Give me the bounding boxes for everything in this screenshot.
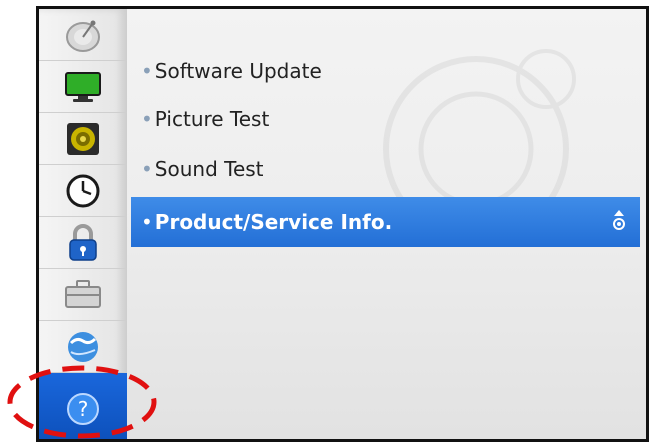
toolbox-icon [65,279,101,308]
menu-bullet: • [141,59,153,83]
monitor-icon [65,71,101,102]
menu-bullet: • [141,210,153,234]
menu-item-label: Picture Test [154,107,270,131]
settings-sidebar: ? [39,9,127,439]
sidebar-item-option[interactable] [39,269,127,321]
satellite-dish-icon [66,20,100,52]
sidebar-item-network[interactable] [39,321,127,373]
up-down-arrow-icon [613,210,625,230]
sidebar-item-channel[interactable] [39,9,127,61]
menu-item-sound-test[interactable]: • Sound Test [141,147,264,191]
menu-bullet: • [141,157,153,181]
menu-item-label: Sound Test [154,157,264,181]
menu-item-label: Software Update [154,59,322,83]
help-icon: ? [67,393,99,425]
clock-icon [66,174,100,207]
speaker-icon [67,122,99,155]
menu-item-picture-test[interactable]: • Picture Test [141,97,269,141]
menu-item-software-update[interactable]: • Software Update [141,49,322,93]
network-globe-icon [68,331,98,362]
sidebar-item-picture[interactable] [39,61,127,113]
support-menu: • Software Update • Picture Test • Sound… [131,9,646,439]
sidebar-item-time[interactable] [39,165,127,217]
menu-item-product-service-info[interactable]: • Product/Service Info. [131,197,640,247]
lock-icon [69,223,97,261]
sidebar-item-lock[interactable] [39,217,127,269]
sidebar-item-audio[interactable] [39,113,127,165]
svg-text:?: ? [78,397,89,421]
menu-bullet: • [141,107,153,131]
menu-item-label: Product/Service Info. [154,210,393,234]
sidebar-item-support[interactable]: ? [39,373,127,439]
tv-menu-frame: ? • Software Update • Picture Test • Sou… [36,6,649,442]
